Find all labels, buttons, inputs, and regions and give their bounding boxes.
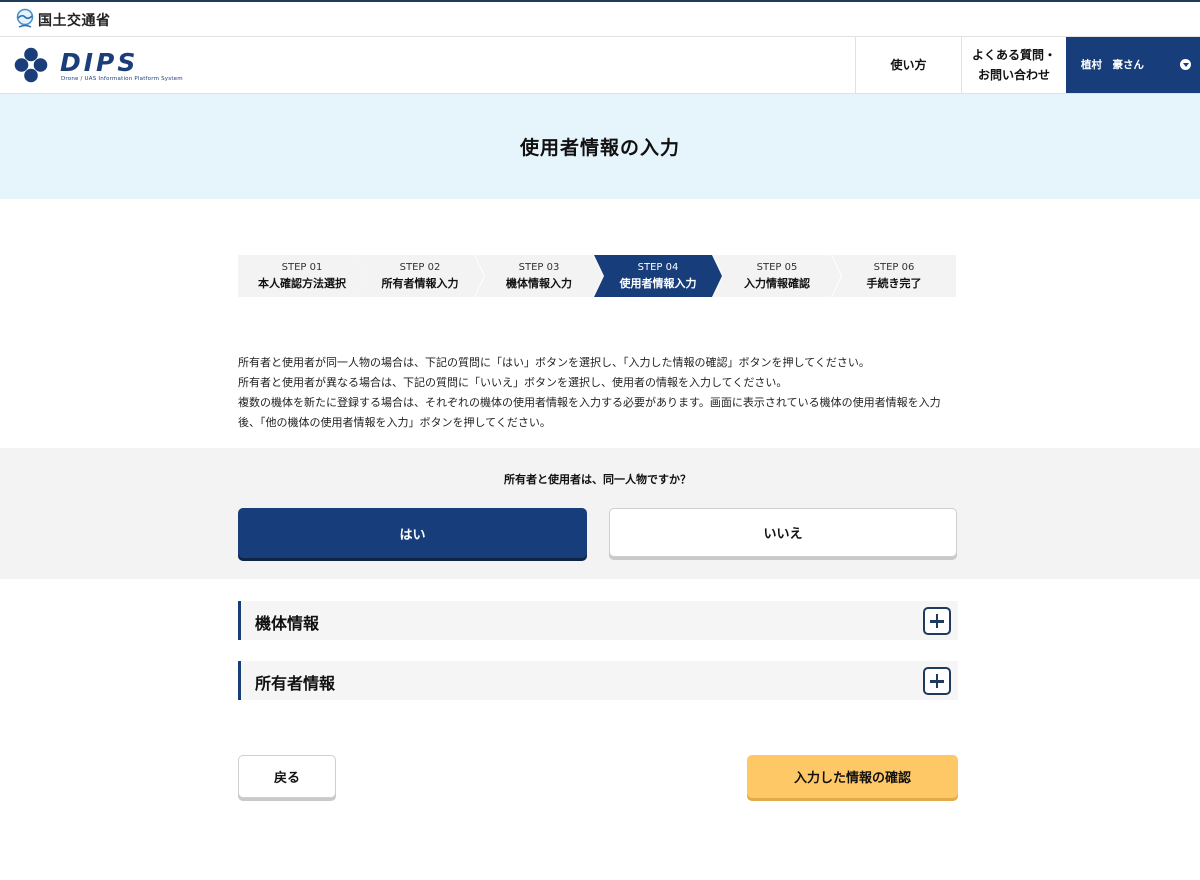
step-06: STEP 06 手続き完了 <box>832 255 956 297</box>
site-header: DIPS Drone / UAS Information Platform Sy… <box>0 37 1200 94</box>
nav-faq-label-line1: よくある質問・ <box>971 48 1056 62</box>
dips-logo-text[interactable]: DIPS <box>60 48 138 77</box>
instruction-line: 複数の機体を新たに登録する場合は、それぞれの機体の使用者情報を入力する必要があり… <box>238 396 941 409</box>
dips-logo-subtitle: Drone / UAS Information Platform System <box>61 76 183 82</box>
user-menu-button[interactable]: 植村 豪さん <box>1066 37 1200 93</box>
step-number: STEP 01 <box>281 261 323 273</box>
confirm-input-button[interactable]: 入力した情報の確認 <box>747 755 958 798</box>
mlit-wave-icon <box>16 8 34 28</box>
step-number: STEP 05 <box>756 261 798 273</box>
yes-button[interactable]: はい <box>238 508 587 558</box>
progress-stepper: STEP 01 本人確認方法選択 STEP 02 所有者情報入力 STEP 03… <box>238 255 956 297</box>
step-number: STEP 03 <box>518 261 560 273</box>
question-text: 所有者と使用者は、同一人物ですか？ <box>504 473 691 486</box>
nav-faq-link[interactable]: よくある質問・ お問い合わせ <box>961 37 1066 93</box>
page-title: 使用者情報の入力 <box>519 137 680 159</box>
step-03: STEP 03 機体情報入力 <box>475 255 603 297</box>
ministry-bar: 国土交通省 <box>0 0 1200 37</box>
same-person-question-panel: 所有者と使用者は、同一人物ですか？ はい いいえ <box>0 448 1200 579</box>
user-name: 植村 豪さん <box>1081 59 1144 71</box>
owner-info-accordion[interactable]: 所有者情報 <box>238 661 958 700</box>
step-number: STEP 02 <box>399 261 441 273</box>
nav-faq-label-line2: お問い合わせ <box>977 68 1050 82</box>
no-button[interactable]: いいえ <box>609 508 957 557</box>
page-title-band: 使用者情報の入力 <box>0 94 1200 199</box>
step-label: 入力情報確認 <box>744 276 810 290</box>
accordion-title: 所有者情報 <box>255 674 336 693</box>
step-label: 本人確認方法選択 <box>258 276 346 290</box>
plus-square-icon[interactable] <box>923 607 951 635</box>
step-number: STEP 06 <box>873 261 915 273</box>
instruction-line: 所有者と使用者が同一人物の場合は、下記の質問に「はい」ボタンを選択し、「入力した… <box>238 356 870 369</box>
step-05: STEP 05 入力情報確認 <box>713 255 841 297</box>
dips-diamond-logo[interactable] <box>14 47 58 83</box>
nav-usage-link[interactable]: 使い方 <box>855 37 961 93</box>
instruction-line: 所有者と使用者が異なる場合は、下記の質問に「いいえ」ボタンを選択し、使用者の情報… <box>238 376 788 389</box>
plus-square-icon[interactable] <box>923 667 951 695</box>
nav-usage-label: 使い方 <box>890 58 927 72</box>
ministry-name: 国土交通省 <box>38 13 111 29</box>
step-label: 所有者情報入力 <box>381 276 459 290</box>
step-01: STEP 01 本人確認方法選択 <box>238 255 366 297</box>
step-number: STEP 04 <box>637 261 679 273</box>
step-label: 使用者情報入力 <box>619 276 697 290</box>
accordion-title: 機体情報 <box>255 614 320 633</box>
instruction-line: 後、「他の機体の使用者情報を入力」ボタンを押してください。 <box>238 416 551 429</box>
step-04-active: STEP 04 使用者情報入力 <box>594 255 722 297</box>
instructions-text: 所有者と使用者が同一人物の場合は、下記の質問に「はい」ボタンを選択し、「入力した… <box>238 353 960 433</box>
back-button[interactable]: 戻る <box>238 755 336 798</box>
step-label: 手続き完了 <box>866 276 922 290</box>
step-label: 機体情報入力 <box>506 276 572 290</box>
machine-info-accordion[interactable]: 機体情報 <box>238 601 958 640</box>
chevron-down-circle-icon <box>1180 59 1191 70</box>
step-02: STEP 02 所有者情報入力 <box>356 255 484 297</box>
